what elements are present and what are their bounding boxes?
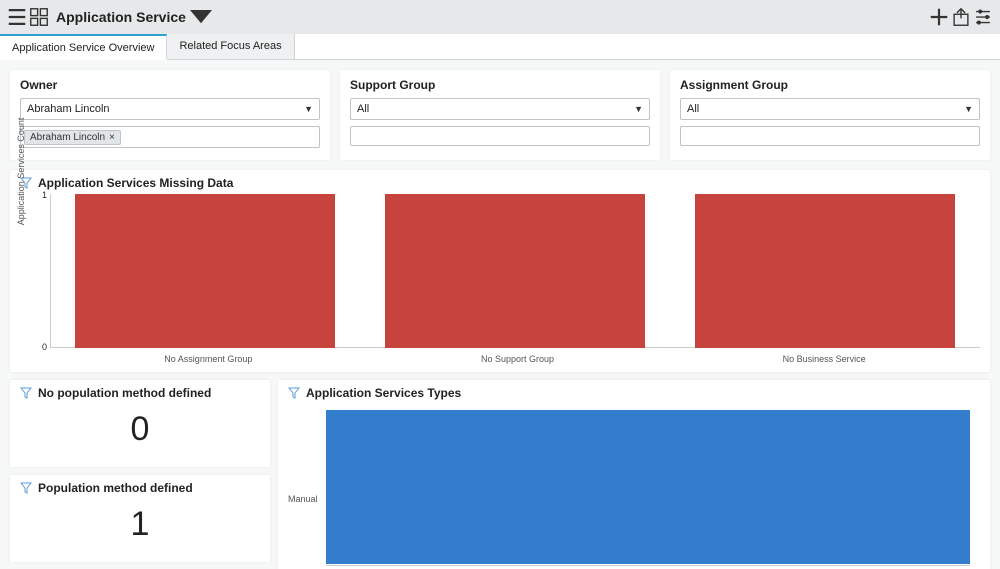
tab-bar: Application Service Overview Related Foc…: [0, 34, 1000, 60]
title-dropdown-icon[interactable]: [190, 6, 212, 28]
population-value[interactable]: 1: [20, 499, 260, 554]
widget-missing-title: Application Services Missing Data: [38, 176, 233, 190]
types-chart[interactable]: Manual 0 1 Application Service Count: [288, 404, 980, 569]
bar-manual[interactable]: [326, 410, 970, 564]
owner-select[interactable]: Abraham Lincoln: [20, 98, 320, 120]
owner-chip-remove-icon[interactable]: ×: [109, 132, 115, 143]
owner-chip[interactable]: Abraham Lincoln ×: [24, 130, 121, 145]
support-group-value: All: [357, 103, 369, 115]
missing-chart-tick-min: 0: [42, 342, 47, 352]
support-group-chip-row: [350, 126, 650, 146]
assignment-group-value: All: [687, 103, 699, 115]
bar-no-assignment-group[interactable]: [75, 194, 335, 348]
filter-owner-label: Owner: [20, 78, 320, 92]
filter-icon[interactable]: [20, 387, 32, 399]
top-bar: Application Service: [0, 0, 1000, 34]
page-title: Application Service: [56, 9, 186, 25]
widget-types: Application Services Types Manual 0 1 Ap…: [278, 380, 990, 569]
dashboard-body: Application Services Missing Data Applic…: [0, 170, 1000, 569]
widget-missing-data: Application Services Missing Data Applic…: [10, 170, 990, 372]
hamburger-icon[interactable]: [6, 6, 28, 28]
filter-assignment-group-label: Assignment Group: [680, 78, 980, 92]
assignment-group-select[interactable]: All: [680, 98, 980, 120]
bar-no-business-service[interactable]: [695, 194, 955, 348]
filter-owner: Owner Abraham Lincoln Abraham Lincoln ×: [10, 70, 330, 160]
dashboard-grid-icon[interactable]: [28, 6, 50, 28]
no-population-value[interactable]: 0: [20, 404, 260, 459]
stat-column: No population method defined 0 Populatio…: [10, 380, 270, 569]
xlabel-0: No Assignment Group: [164, 354, 252, 364]
assignment-group-chip-row: [680, 126, 980, 146]
filter-panel: Owner Abraham Lincoln Abraham Lincoln × …: [0, 60, 1000, 170]
missing-data-chart[interactable]: Application Services Count 1 0 No Assign…: [20, 194, 980, 364]
no-population-title: No population method defined: [38, 386, 211, 400]
share-icon[interactable]: [950, 6, 972, 28]
bar-no-support-group[interactable]: [385, 194, 645, 348]
filter-support-group: Support Group All: [340, 70, 660, 160]
missing-chart-ylabel: Application Services Count: [16, 118, 26, 226]
types-cat-0: Manual: [288, 494, 318, 504]
xlabel-1: No Support Group: [481, 354, 554, 364]
support-group-select[interactable]: All: [350, 98, 650, 120]
types-title: Application Services Types: [306, 386, 461, 400]
filter-assignment-group: Assignment Group All: [670, 70, 990, 160]
settings-sliders-icon[interactable]: [972, 6, 994, 28]
owner-chip-row: Abraham Lincoln ×: [20, 126, 320, 148]
filter-icon[interactable]: [20, 482, 32, 494]
add-button[interactable]: [928, 6, 950, 28]
population-title: Population method defined: [38, 481, 193, 495]
owner-chip-label: Abraham Lincoln: [30, 132, 105, 143]
tab-application-service-overview[interactable]: Application Service Overview: [0, 34, 167, 60]
widget-no-population: No population method defined 0: [10, 380, 270, 467]
missing-chart-tick-max: 1: [42, 190, 47, 200]
widget-population: Population method defined 1: [10, 475, 270, 562]
filter-icon[interactable]: [288, 387, 300, 399]
tab-related-focus-areas[interactable]: Related Focus Areas: [167, 34, 294, 59]
owner-select-value: Abraham Lincoln: [27, 103, 110, 115]
filter-support-group-label: Support Group: [350, 78, 650, 92]
xlabel-2: No Business Service: [783, 354, 866, 364]
